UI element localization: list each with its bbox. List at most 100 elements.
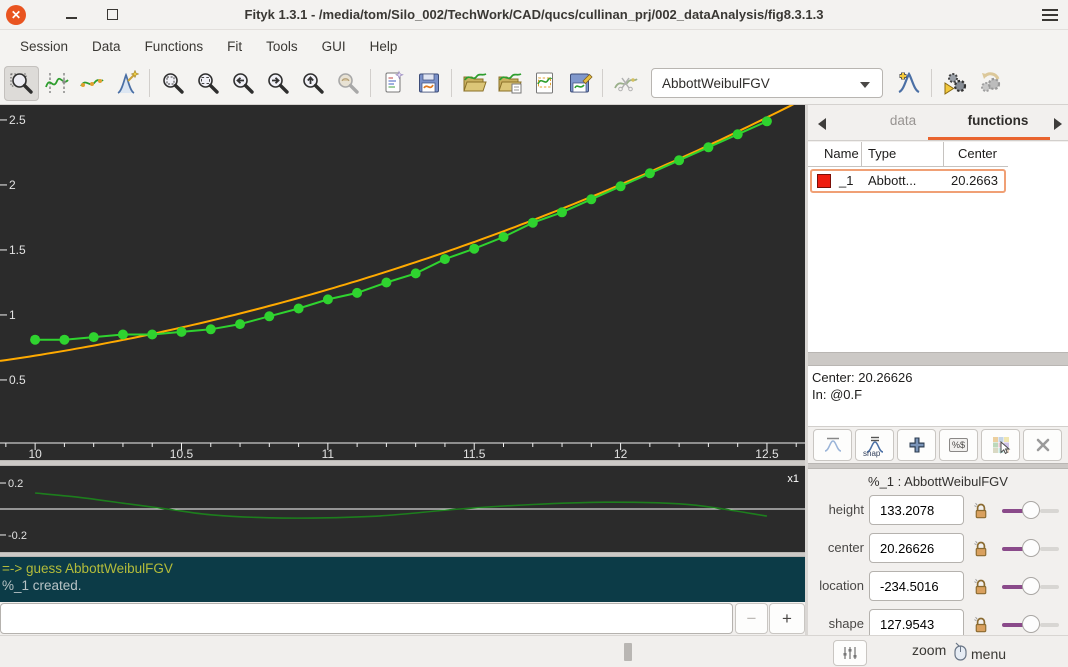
mouse-config-button[interactable] (833, 640, 867, 666)
slider-knob[interactable] (1022, 501, 1040, 519)
tab-scroll-right-icon[interactable] (1054, 118, 1062, 130)
zoom-next-button[interactable] (260, 66, 295, 101)
lock-icon[interactable] (973, 502, 989, 519)
menu-gui[interactable]: GUI (310, 34, 358, 59)
script-editor-button[interactable] (376, 66, 411, 101)
grow-input-button[interactable]: + (769, 603, 805, 634)
save-session-button[interactable] (411, 66, 446, 101)
svg-text:11: 11 (322, 447, 335, 460)
svg-text:-0.2: -0.2 (8, 530, 27, 542)
sidebar-splitter[interactable] (808, 352, 1068, 366)
slider-knob[interactable] (1022, 539, 1040, 557)
window-title: Fityk 1.3.1 - /media/tom/Silo_002/TechWo… (244, 7, 824, 22)
baseline-mode-button[interactable] (74, 66, 109, 101)
column-header-center[interactable]: Center (943, 146, 997, 161)
value-percent-button[interactable]: %$ (939, 429, 978, 461)
svg-text:1.5: 1.5 (9, 243, 26, 257)
snap-to-data-button[interactable]: snap (855, 429, 894, 461)
script-editor-icon (385, 70, 404, 93)
param-center-input[interactable] (869, 533, 964, 563)
menu-session[interactable]: Session (8, 34, 80, 59)
save-data-button[interactable] (562, 66, 597, 101)
snap-label: snap (863, 449, 881, 458)
function-type-selector[interactable]: AbbottWeibulFGV (651, 68, 883, 98)
mouse-icon (954, 642, 967, 661)
svg-text:12.5: 12.5 (755, 447, 779, 460)
left-button-hint: zoom (912, 642, 947, 658)
param-center-slider[interactable] (1000, 538, 1062, 558)
param-location-slider[interactable] (1000, 576, 1062, 596)
param-shape-slider[interactable] (1000, 614, 1062, 634)
svg-text:2.5: 2.5 (9, 113, 26, 127)
zoom-all-button[interactable] (155, 66, 190, 101)
auxiliary-plot[interactable]: 0.2 -0.2 x1 (0, 466, 805, 552)
menu-tools[interactable]: Tools (254, 34, 310, 59)
param-location-input[interactable] (869, 571, 964, 601)
open-data-icon (462, 73, 487, 92)
peak-markers-button[interactable] (813, 429, 852, 461)
minimize-button[interactable] (66, 17, 77, 19)
export-data-button[interactable] (527, 66, 562, 101)
console-command-line: =-> guess AbbottWeibulFGV (2, 561, 173, 576)
tab-functions[interactable]: functions (938, 113, 1058, 128)
function-info-panel: Center: 20.26626 In: @0.F (808, 366, 1068, 427)
statusbar: zoom menu (0, 635, 1068, 667)
zoom-previous-button[interactable] (225, 66, 260, 101)
sliders-icon (843, 647, 857, 659)
table-row[interactable]: _1 Abbott... 20.2663 (810, 169, 1006, 193)
strip-background-button[interactable] (608, 66, 643, 101)
open-data-button[interactable] (457, 66, 492, 101)
menubar: Session Data Functions Fit Tools GUI Hel… (0, 30, 1068, 62)
menu-help[interactable]: Help (358, 34, 410, 59)
resize-grip[interactable] (624, 643, 632, 661)
lock-icon[interactable] (973, 578, 989, 595)
zoom-undo-button[interactable] (330, 66, 365, 101)
zoom-mode-button[interactable] (4, 65, 39, 101)
grid-hand-icon (992, 437, 1010, 455)
column-header-type[interactable]: Type (868, 146, 896, 161)
menu-functions[interactable]: Functions (133, 34, 216, 59)
range-mode-button[interactable] (39, 66, 74, 101)
baseline-mode-icon (79, 79, 104, 87)
shrink-input-button[interactable]: − (735, 603, 768, 634)
run-fit-button[interactable] (937, 66, 972, 101)
delete-function-button[interactable] (1023, 429, 1062, 461)
param-label: location (819, 578, 864, 593)
add-function-sidebar-button[interactable] (897, 429, 936, 461)
strip-background-icon (613, 77, 638, 92)
menu-fit[interactable]: Fit (215, 34, 254, 59)
grid-hand-button[interactable] (981, 429, 1020, 461)
peak-draft-mode-button[interactable] (109, 66, 144, 101)
parameters-panel: %_1 : AbbottWeibulFGV height center loca… (808, 469, 1068, 639)
menu-data[interactable]: Data (80, 34, 133, 59)
slider-knob[interactable] (1022, 577, 1040, 595)
save-session-icon (418, 73, 439, 93)
window-menu-icon[interactable] (1042, 9, 1058, 21)
param-height-slider[interactable] (1000, 500, 1062, 520)
maximize-button[interactable] (107, 9, 118, 20)
toolbar-separator (370, 69, 371, 97)
function-color-swatch[interactable] (817, 174, 831, 188)
zoom-undo-icon (337, 73, 359, 94)
lock-icon[interactable] (973, 540, 989, 557)
toolbar-separator (931, 69, 932, 97)
output-console: =-> guess AbbottWeibulFGV %_1 created. (0, 557, 805, 602)
zoom-previous-icon (232, 73, 254, 94)
param-height-input[interactable] (869, 495, 964, 525)
append-data-button[interactable] (492, 66, 527, 101)
zoom-vertical-button[interactable] (295, 66, 330, 101)
add-function-button[interactable] (891, 66, 926, 101)
percent-icon: %$ (948, 438, 968, 452)
slider-knob[interactable] (1022, 615, 1040, 633)
lock-icon[interactable] (973, 616, 989, 633)
svg-text:12: 12 (614, 447, 628, 460)
tab-data[interactable]: data (868, 113, 938, 128)
column-header-name[interactable]: Name (824, 146, 859, 161)
function-center-cell: 20.2663 (951, 173, 998, 188)
tab-scroll-left-icon[interactable] (818, 118, 826, 130)
command-input[interactable] (0, 603, 733, 634)
undo-fit-button[interactable] (972, 66, 1007, 101)
main-plot[interactable]: 10 10.5 11 11.5 12 12.50.511.522.5 (0, 105, 805, 460)
zoom-select-button[interactable] (190, 66, 225, 101)
close-button[interactable]: ✕ (6, 5, 26, 25)
